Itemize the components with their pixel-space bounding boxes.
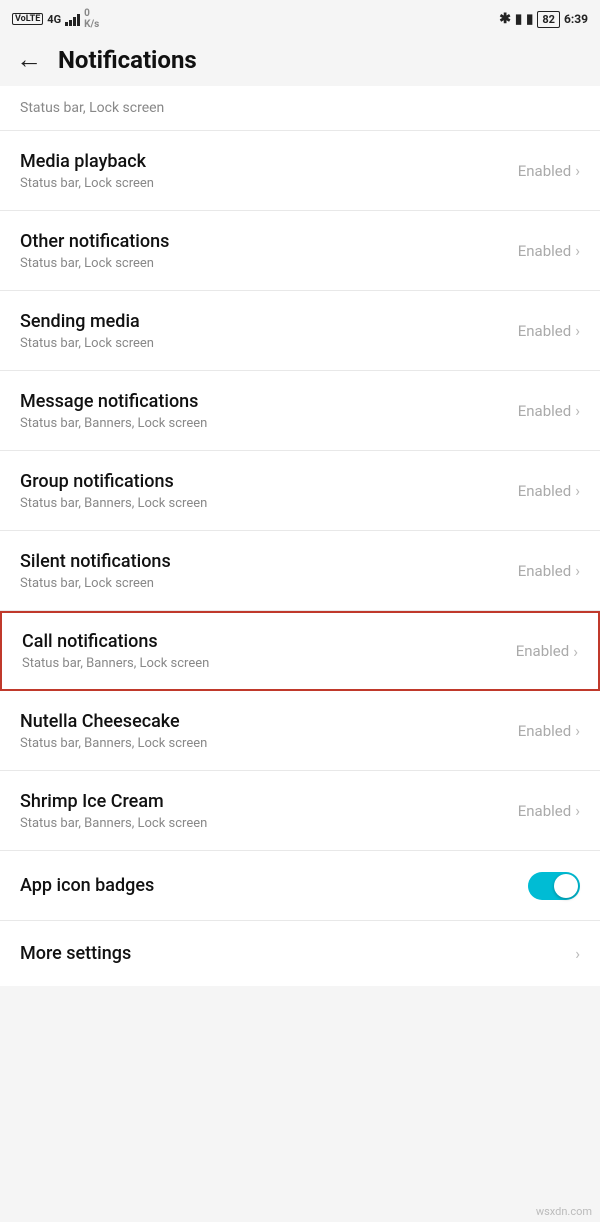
item-title-4: Group notifications (20, 471, 518, 492)
item-status-7: Enabled (518, 722, 571, 740)
item-subtitle-3: Status bar, Banners, Lock screen (20, 416, 518, 431)
more-settings-row[interactable]: More settings › (0, 921, 600, 986)
watermark: wsxdn.com (536, 1205, 592, 1218)
toggle-row[interactable]: App icon badges (0, 851, 600, 921)
item-chevron-icon-6: › (573, 642, 578, 661)
item-chevron-icon-0: › (575, 161, 580, 180)
list-item-1[interactable]: Other notifications Status bar, Lock scr… (0, 211, 600, 291)
item-chevron-icon-3: › (575, 401, 580, 420)
toggle-thumb (554, 874, 578, 898)
item-right-8: Enabled › (518, 801, 580, 820)
battery-icon: ▮ (515, 12, 522, 27)
item-status-6: Enabled (516, 642, 569, 660)
item-right-3: Enabled › (518, 401, 580, 420)
battery-level: 82 (537, 11, 560, 28)
item-chevron-icon-2: › (575, 321, 580, 340)
item-title-8: Shrimp Ice Cream (20, 791, 518, 812)
more-settings-chevron-icon: › (575, 944, 580, 963)
item-title-7: Nutella Cheesecake (20, 711, 518, 732)
item-subtitle-7: Status bar, Banners, Lock screen (20, 736, 518, 751)
list-item-5[interactable]: Silent notifications Status bar, Lock sc… (0, 531, 600, 611)
status-bar: VoLTE 4G 0K/s ✱ ▮ ▮ 82 6:39 (0, 0, 600, 36)
list-item-2[interactable]: Sending media Status bar, Lock screen En… (0, 291, 600, 371)
item-subtitle-4: Status bar, Banners, Lock screen (20, 496, 518, 511)
item-title-6: Call notifications (22, 631, 516, 652)
bluetooth-icon: ✱ (499, 11, 511, 27)
item-subtitle-1: Status bar, Lock screen (20, 256, 518, 271)
item-status-0: Enabled (518, 162, 571, 180)
item-title-2: Sending media (20, 311, 518, 332)
item-right-4: Enabled › (518, 481, 580, 500)
item-right-2: Enabled › (518, 321, 580, 340)
list-item-left-6: Call notifications Status bar, Banners, … (22, 631, 516, 671)
item-chevron-icon-7: › (575, 721, 580, 740)
item-subtitle-0: Status bar, Lock screen (20, 176, 518, 191)
network-type: 4G (47, 13, 61, 26)
item-title-0: Media playback (20, 151, 518, 172)
time-display: 6:39 (564, 12, 588, 26)
status-left: VoLTE 4G 0K/s (12, 8, 99, 30)
list-item-0[interactable]: Media playback Status bar, Lock screen E… (0, 131, 600, 211)
list-item-left-5: Silent notifications Status bar, Lock sc… (20, 551, 518, 591)
item-subtitle-8: Status bar, Banners, Lock screen (20, 816, 518, 831)
partial-top-item: Status bar, Lock screen (0, 86, 600, 131)
list-item-8[interactable]: Shrimp Ice Cream Status bar, Banners, Lo… (0, 771, 600, 851)
item-subtitle-6: Status bar, Banners, Lock screen (22, 656, 516, 671)
item-status-4: Enabled (518, 482, 571, 500)
item-status-2: Enabled (518, 322, 571, 340)
item-title-3: Message notifications (20, 391, 518, 412)
item-status-8: Enabled (518, 802, 571, 820)
item-status-3: Enabled (518, 402, 571, 420)
list-item-left-8: Shrimp Ice Cream Status bar, Banners, Lo… (20, 791, 518, 831)
header: ← Notifications (0, 36, 600, 84)
partial-top-text: Status bar, Lock screen (20, 100, 164, 116)
status-right: ✱ ▮ ▮ 82 6:39 (499, 11, 588, 28)
item-status-1: Enabled (518, 242, 571, 260)
list-item-left-4: Group notifications Status bar, Banners,… (20, 471, 518, 511)
item-subtitle-5: Status bar, Lock screen (20, 576, 518, 591)
more-settings-label: More settings (20, 943, 131, 964)
item-chevron-icon-1: › (575, 241, 580, 260)
item-right-6: Enabled › (516, 642, 578, 661)
item-title-1: Other notifications (20, 231, 518, 252)
app-icon-badges-toggle[interactable] (528, 872, 580, 900)
item-title-5: Silent notifications (20, 551, 518, 572)
toggle-track (528, 872, 580, 900)
content: Status bar, Lock screen Media playback S… (0, 86, 600, 986)
list-item-7[interactable]: Nutella Cheesecake Status bar, Banners, … (0, 691, 600, 771)
list-item-3[interactable]: Message notifications Status bar, Banner… (0, 371, 600, 451)
item-subtitle-2: Status bar, Lock screen (20, 336, 518, 351)
signal-bars (65, 12, 80, 26)
speed-indicator: 0K/s (84, 8, 99, 30)
list-item-left-0: Media playback Status bar, Lock screen (20, 151, 518, 191)
item-right-5: Enabled › (518, 561, 580, 580)
list-item-left-1: Other notifications Status bar, Lock scr… (20, 231, 518, 271)
item-chevron-icon-5: › (575, 561, 580, 580)
list-item-left-7: Nutella Cheesecake Status bar, Banners, … (20, 711, 518, 751)
toggle-label: App icon badges (20, 875, 154, 896)
item-chevron-icon-8: › (575, 801, 580, 820)
list-item-6[interactable]: Call notifications Status bar, Banners, … (0, 611, 600, 691)
item-right-1: Enabled › (518, 241, 580, 260)
list-container: Media playback Status bar, Lock screen E… (0, 131, 600, 851)
item-status-5: Enabled (518, 562, 571, 580)
vibrate-icon: ▮ (526, 12, 533, 27)
volte-badge: VoLTE (12, 13, 43, 26)
item-right-0: Enabled › (518, 161, 580, 180)
list-item-left-3: Message notifications Status bar, Banner… (20, 391, 518, 431)
item-chevron-icon-4: › (575, 481, 580, 500)
list-item-4[interactable]: Group notifications Status bar, Banners,… (0, 451, 600, 531)
back-button[interactable]: ← (16, 47, 42, 73)
item-right-7: Enabled › (518, 721, 580, 740)
list-item-left-2: Sending media Status bar, Lock screen (20, 311, 518, 351)
page-title: Notifications (58, 46, 197, 74)
